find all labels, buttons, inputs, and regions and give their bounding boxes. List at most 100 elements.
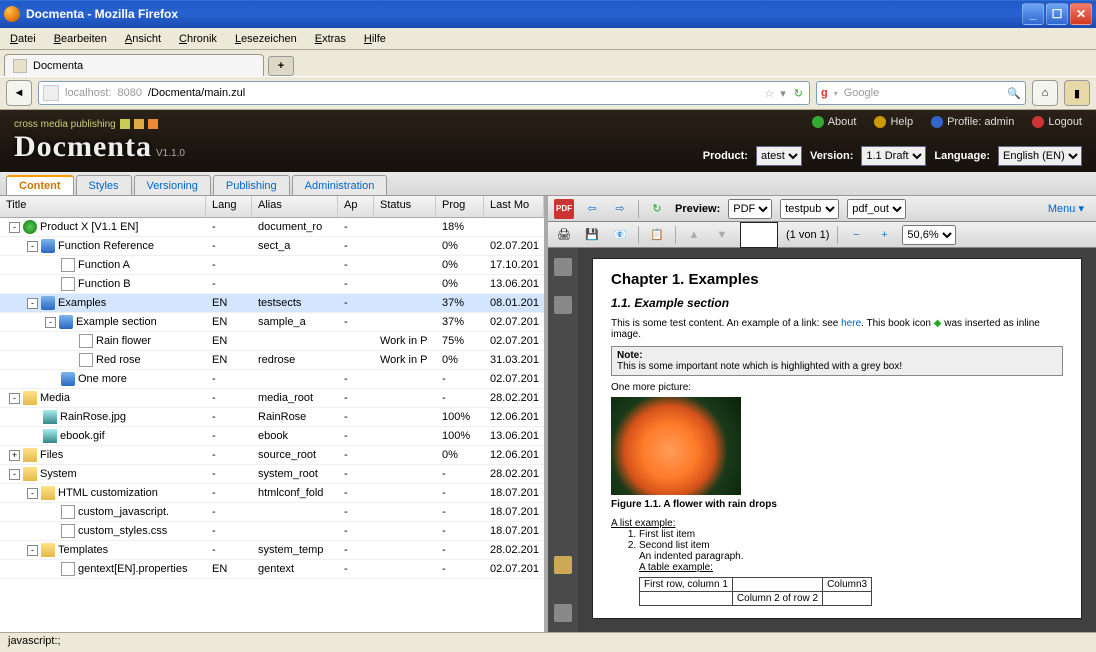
tree-row[interactable]: +Files-source_root-0%12.06.201 <box>0 446 544 465</box>
col-prog[interactable]: Prog <box>436 196 484 217</box>
tree-row[interactable]: Function A--0%17.10.201 <box>0 256 544 275</box>
preview-menu[interactable]: Menu ▾ <box>1042 202 1090 215</box>
zoom-select[interactable]: 50,6% <box>902 225 956 245</box>
search-box[interactable]: g ▾ Google 🔍 <box>816 81 1026 105</box>
tree-row[interactable]: -Example sectionENsample_a-37%02.07.201 <box>0 313 544 332</box>
tree-row[interactable]: custom_styles.css---18.07.201 <box>0 522 544 541</box>
zoom-out-icon[interactable]: − <box>846 225 866 245</box>
preview-pub-select[interactable]: testpub <box>780 199 839 219</box>
tree-row[interactable]: ebook.gif-ebook-100%13.06.201 <box>0 427 544 446</box>
tree-toggle[interactable]: - <box>27 241 38 252</box>
col-title[interactable]: Title <box>0 196 206 217</box>
pdf-icon[interactable]: PDF <box>554 199 574 219</box>
reload-icon[interactable]: ↻ <box>794 87 803 100</box>
tree-row[interactable]: Red roseENredroseWork in P0%31.03.201 <box>0 351 544 370</box>
menu-chronik[interactable]: Chronik <box>179 33 217 45</box>
tree-item-label: Rain flower <box>96 335 151 347</box>
tab-publishing[interactable]: Publishing <box>213 175 290 195</box>
home-button[interactable]: ⌂ <box>1032 80 1058 106</box>
tree-row[interactable]: Function B--0%13.06.201 <box>0 275 544 294</box>
page-number-input[interactable] <box>740 222 778 248</box>
tree-row[interactable]: Rain flowerENWork in P75%02.07.201 <box>0 332 544 351</box>
tree-toggle[interactable]: - <box>27 298 38 309</box>
nav-back-icon[interactable]: ⇦ <box>582 199 602 219</box>
dropdown-icon[interactable]: ▾ <box>780 87 786 100</box>
tree-toggle[interactable]: - <box>9 469 20 480</box>
product-select[interactable]: atest <box>756 146 802 166</box>
col-lm[interactable]: Last Mo <box>484 196 544 217</box>
sample-link[interactable]: here <box>841 318 861 329</box>
menu-hilfe[interactable]: Hilfe <box>364 33 386 45</box>
bookmark-star-icon[interactable]: ☆ <box>764 87 774 100</box>
tab-content[interactable]: Content <box>6 175 74 195</box>
tree-row[interactable]: -ExamplesENtestsects-37%08.01.201 <box>0 294 544 313</box>
tree-item-label: System <box>40 468 77 480</box>
copy-text-icon[interactable]: 📋 <box>647 225 667 245</box>
close-button[interactable]: ✕ <box>1070 3 1092 25</box>
back-button[interactable]: ◄ <box>6 80 32 106</box>
tree-row[interactable]: One more---02.07.201 <box>0 370 544 389</box>
tree-row[interactable]: gentext[EN].propertiesENgentext--02.07.2… <box>0 560 544 579</box>
thumbnails-icon[interactable] <box>554 258 572 276</box>
profile-link[interactable]: Profile: admin <box>931 116 1014 128</box>
help-link[interactable]: Help <box>874 116 913 128</box>
language-select[interactable]: English (EN) <box>998 146 1082 166</box>
tree-toggle[interactable]: - <box>27 545 38 556</box>
tab-versioning[interactable]: Versioning <box>134 175 211 195</box>
tree-toggle[interactable]: - <box>9 222 20 233</box>
comments-icon[interactable] <box>554 556 572 574</box>
search-engine-dropdown-icon[interactable]: ▾ <box>834 89 838 98</box>
menu-ansicht[interactable]: Ansicht <box>125 33 161 45</box>
tree-body[interactable]: -Product X [V1.1 EN]-document_ro-18%-Fun… <box>0 218 544 632</box>
col-alias[interactable]: Alias <box>252 196 338 217</box>
status-text: javascript:; <box>8 635 61 647</box>
save-icon[interactable]: 💾 <box>582 225 602 245</box>
page-down-icon[interactable]: ▼ <box>712 225 732 245</box>
tree-row[interactable]: -HTML customization-htmlconf_fold--18.07… <box>0 484 544 503</box>
tree-row[interactable]: -System-system_root--28.02.201 <box>0 465 544 484</box>
print-icon[interactable]: 🖨 <box>554 225 574 245</box>
tree-row[interactable]: RainRose.jpg-RainRose-100%12.06.201 <box>0 408 544 427</box>
preview-out-select[interactable]: pdf_out <box>847 199 906 219</box>
new-tab-button[interactable]: + <box>268 56 294 76</box>
tree-row[interactable]: -Templates-system_temp--28.02.201 <box>0 541 544 560</box>
tree-row[interactable]: -Media-media_root--28.02.201 <box>0 389 544 408</box>
menu-datei[interactable]: Datei <box>10 33 36 45</box>
attachments-icon[interactable] <box>554 604 572 622</box>
tree-toggle[interactable]: + <box>9 450 20 461</box>
tab-label: Docmenta <box>33 60 83 72</box>
pdf-page-area[interactable]: Chapter 1. Examples 1.1. Example section… <box>578 248 1096 632</box>
logout-link[interactable]: Logout <box>1032 116 1082 128</box>
menu-lesezeichen[interactable]: Lesezeichen <box>235 33 297 45</box>
col-ap[interactable]: Ap <box>338 196 374 217</box>
tree-row[interactable]: -Function Reference-sect_a-0%02.07.201 <box>0 237 544 256</box>
about-link[interactable]: About <box>812 116 857 128</box>
bookmarks-button[interactable]: ▮ <box>1064 80 1090 106</box>
tree-row[interactable]: -Product X [V1.1 EN]-document_ro-18% <box>0 218 544 237</box>
tree-row[interactable]: custom_javascript.---18.07.201 <box>0 503 544 522</box>
col-lang[interactable]: Lang <box>206 196 252 217</box>
book-icon <box>61 372 75 386</box>
zoom-in-icon[interactable]: + <box>874 225 894 245</box>
search-go-icon[interactable]: 🔍 <box>1007 87 1021 100</box>
menu-extras[interactable]: Extras <box>315 33 346 45</box>
url-bar[interactable]: localhost:8080/Docmenta/main.zul ☆ ▾ ↻ <box>38 81 810 105</box>
nav-fwd-icon[interactable]: ⇨ <box>610 199 630 219</box>
maximize-button[interactable]: ☐ <box>1046 3 1068 25</box>
refresh-icon[interactable]: ↻ <box>647 199 667 219</box>
col-status[interactable]: Status <box>374 196 436 217</box>
browser-tab[interactable]: Docmenta <box>4 54 264 76</box>
menu-bearbeiten[interactable]: Bearbeiten <box>54 33 107 45</box>
version-select[interactable]: 1.1 Draft <box>861 146 926 166</box>
tab-administration[interactable]: Administration <box>292 175 388 195</box>
tab-styles[interactable]: Styles <box>76 175 132 195</box>
bookmarks-icon[interactable] <box>554 296 572 314</box>
tree-toggle[interactable]: - <box>27 488 38 499</box>
tree-toggle[interactable]: - <box>9 393 20 404</box>
minimize-button[interactable]: _ <box>1022 3 1044 25</box>
mail-icon[interactable]: 📧 <box>610 225 630 245</box>
preview-format-select[interactable]: PDF <box>728 199 772 219</box>
page-up-icon[interactable]: ▲ <box>684 225 704 245</box>
tree-item-label: custom_javascript. <box>78 506 169 518</box>
tree-toggle[interactable]: - <box>45 317 56 328</box>
